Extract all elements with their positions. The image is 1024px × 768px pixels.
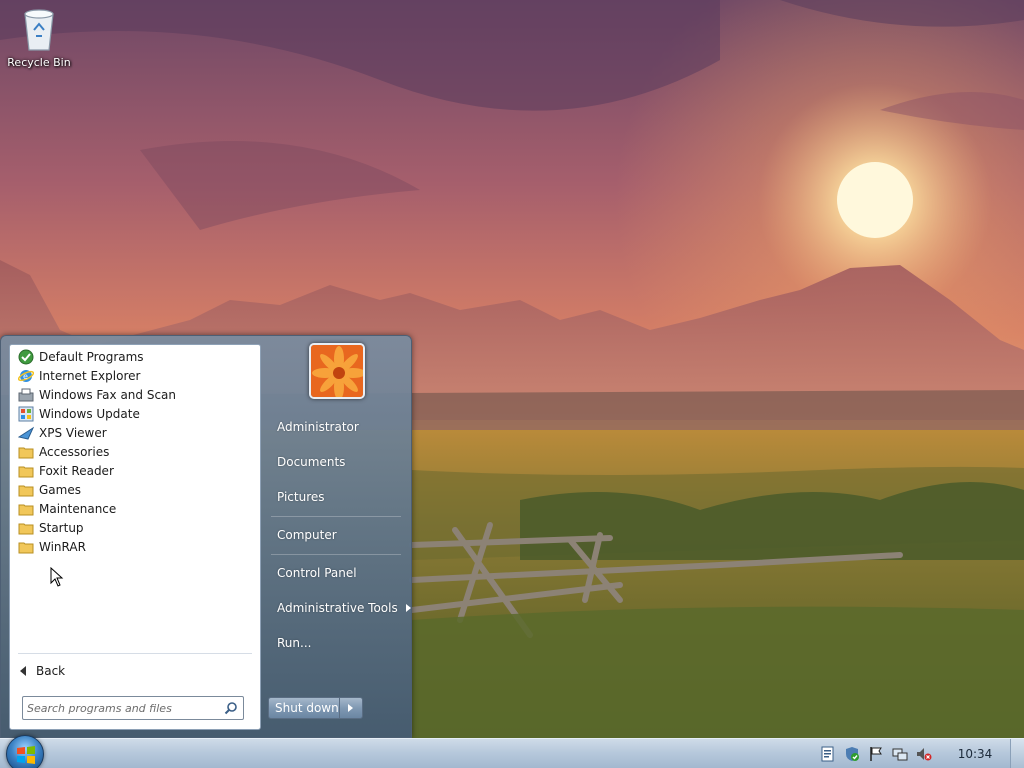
program-games[interactable]: Games (14, 480, 258, 499)
start-button[interactable] (6, 735, 44, 768)
folder-icon (18, 523, 34, 534)
system-tray: 10:34 (820, 739, 1024, 768)
windows-logo-icon (17, 746, 35, 764)
all-programs-list: Default Programs e Internet Explorer Win… (14, 347, 258, 556)
mouse-cursor-icon (50, 567, 64, 587)
network-icon[interactable] (892, 746, 908, 762)
folder-icon (18, 542, 34, 553)
submenu-arrow-icon (406, 604, 411, 612)
program-windows-update[interactable]: Windows Update (14, 404, 258, 423)
desktop-icon-label: Recycle Bin (7, 56, 71, 69)
place-run[interactable]: Run... (277, 636, 403, 650)
program-startup[interactable]: Startup (14, 518, 258, 537)
divider (271, 554, 401, 555)
back-label: Back (36, 664, 66, 678)
back-arrow-icon (20, 666, 26, 676)
program-windows-fax-and-scan[interactable]: Windows Fax and Scan (14, 385, 258, 404)
taskbar: 10:34 (0, 735, 1024, 768)
program-label: Windows Update (39, 406, 140, 421)
program-label: Windows Fax and Scan (39, 387, 177, 402)
clock[interactable]: 10:34 (940, 747, 1010, 761)
program-label: Internet Explorer (39, 368, 141, 383)
search-box[interactable] (22, 696, 244, 720)
program-accessories[interactable]: Accessories (14, 442, 258, 461)
program-xps-viewer[interactable]: XPS Viewer (14, 423, 258, 442)
search-icon[interactable] (224, 701, 238, 715)
xps-viewer-icon (18, 426, 34, 440)
shutdown-options-button[interactable] (340, 698, 362, 718)
security-shield-icon[interactable] (844, 746, 860, 762)
folder-icon (18, 485, 34, 496)
divider (271, 516, 401, 517)
show-desktop-button[interactable] (1010, 739, 1024, 768)
place-computer[interactable]: Computer (277, 528, 403, 542)
default-programs-icon (18, 349, 34, 364)
divider (18, 653, 252, 654)
places-pane: Administrator Documents Pictures Compute… (267, 336, 413, 739)
program-label: Startup (39, 520, 84, 535)
volume-muted-icon[interactable] (916, 746, 932, 762)
action-center-flag-icon[interactable] (820, 746, 836, 762)
program-default-programs[interactable]: Default Programs (14, 347, 258, 366)
program-internet-explorer[interactable]: e Internet Explorer (14, 366, 258, 385)
recycle-bin-icon (20, 6, 58, 52)
svg-text:e: e (23, 372, 28, 381)
program-foxit-reader[interactable]: Foxit Reader (14, 461, 258, 480)
program-maintenance[interactable]: Maintenance (14, 499, 258, 518)
place-documents[interactable]: Documents (277, 455, 403, 469)
programs-pane: Default Programs e Internet Explorer Win… (9, 344, 261, 730)
program-label: XPS Viewer (39, 425, 107, 440)
place-administrator[interactable]: Administrator (277, 420, 403, 434)
internet-explorer-icon: e (18, 369, 34, 382)
fax-scan-icon (18, 388, 34, 401)
program-winrar[interactable]: WinRAR (14, 537, 258, 556)
program-label: Maintenance (39, 501, 117, 516)
shutdown-group: Shut down (268, 697, 363, 719)
program-label: Default Programs (39, 349, 144, 364)
place-label: Administrative Tools (277, 601, 398, 615)
program-label: Games (39, 482, 81, 497)
flag-icon[interactable] (868, 746, 884, 762)
search-input[interactable] (27, 700, 217, 716)
place-control-panel[interactable]: Control Panel (277, 566, 403, 580)
folder-icon (18, 504, 34, 515)
shutdown-button[interactable]: Shut down (269, 698, 340, 718)
back-button[interactable]: Back (18, 661, 65, 681)
desktop-icon-recycle-bin[interactable]: Recycle Bin (6, 6, 72, 69)
folder-icon (18, 447, 34, 458)
chevron-right-icon (348, 704, 353, 712)
folder-icon (18, 466, 34, 477)
program-label: WinRAR (39, 539, 86, 554)
program-label: Accessories (39, 444, 110, 459)
place-pictures[interactable]: Pictures (277, 490, 403, 504)
program-label: Foxit Reader (39, 463, 114, 478)
start-menu: Default Programs e Internet Explorer Win… (0, 335, 412, 738)
place-administrative-tools[interactable]: Administrative Tools (277, 601, 411, 615)
windows-update-icon (18, 406, 34, 421)
